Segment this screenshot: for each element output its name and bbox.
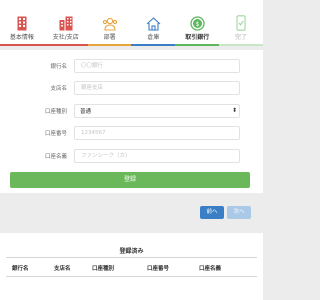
column-header-branch-name: 支店名	[54, 266, 71, 272]
account-type-select[interactable]	[74, 104, 240, 118]
column-header-bank-name: 銀行名	[12, 266, 29, 272]
step-bank[interactable]: $ 取引銀行	[175, 0, 220, 46]
column-header-account-number: 口座番号	[147, 266, 170, 272]
account-holder-input[interactable]	[74, 149, 240, 163]
step-basic-info[interactable]: 基本情報	[0, 0, 44, 46]
step-label: 完了	[235, 34, 248, 41]
step-label: 支社/支店	[52, 34, 79, 41]
table-divider	[6, 276, 257, 277]
account-holder-row: 口座名義	[0, 149, 263, 163]
register-button[interactable]: 登録	[10, 172, 250, 188]
step-underline	[175, 44, 220, 46]
step-progress-bar: 基本情報 支社/支店 部署 倉庫 $ 取引銀行 完了	[0, 0, 263, 46]
branch-name-input[interactable]	[74, 81, 240, 95]
prev-button[interactable]: 前へ	[200, 206, 224, 219]
step-department[interactable]: 部署	[87, 0, 132, 46]
step-underline	[87, 44, 132, 46]
account-number-row: 口座番号	[0, 126, 263, 140]
step-label: 基本情報	[9, 34, 34, 41]
people-group-icon	[102, 14, 118, 31]
step-underline	[0, 44, 44, 46]
account-type-label: 口座種別	[44, 109, 67, 115]
step-warehouse[interactable]: 倉庫	[131, 0, 176, 46]
column-header-account-type: 口座種別	[92, 266, 115, 272]
step-underline	[219, 44, 263, 46]
bank-name-row: 銀行名	[0, 59, 263, 73]
registered-title: 登録済み	[119, 248, 144, 255]
next-button[interactable]: 次へ	[227, 206, 251, 219]
coin-icon: $	[190, 14, 205, 31]
step-label: 部署	[103, 34, 116, 41]
account-holder-label: 口座名義	[44, 154, 67, 160]
svg-text:$: $	[195, 21, 199, 28]
step-underline	[131, 44, 176, 46]
step-branch[interactable]: 支社/支店	[43, 0, 88, 46]
branch-name-label: 支店名	[50, 86, 67, 92]
step-complete[interactable]: 完了	[219, 0, 263, 46]
bank-name-input[interactable]	[74, 59, 240, 73]
house-icon	[146, 14, 161, 31]
column-header-account-holder: 口座名義	[199, 266, 222, 272]
branch-name-row: 支店名	[0, 81, 263, 95]
account-type-value: 普通	[80, 109, 92, 115]
chevron-updown-icon: ⬍	[232, 107, 238, 114]
bank-name-label: 銀行名	[50, 64, 67, 70]
buildings-red-icon	[59, 14, 73, 31]
account-type-row: 口座種別 普通 ⬍	[0, 104, 263, 118]
account-number-input[interactable]	[74, 126, 240, 140]
step-label: 取引銀行	[185, 34, 210, 41]
table-divider	[6, 257, 257, 258]
building-red-icon	[17, 14, 27, 31]
mobile-check-icon	[236, 14, 246, 31]
registered-panel: 登録済み 銀行名 支店名 口座種別 口座番号 口座名義	[0, 233, 263, 300]
account-number-label: 口座番号	[44, 131, 67, 137]
step-underline	[43, 44, 88, 46]
step-label: 倉庫	[147, 34, 160, 41]
